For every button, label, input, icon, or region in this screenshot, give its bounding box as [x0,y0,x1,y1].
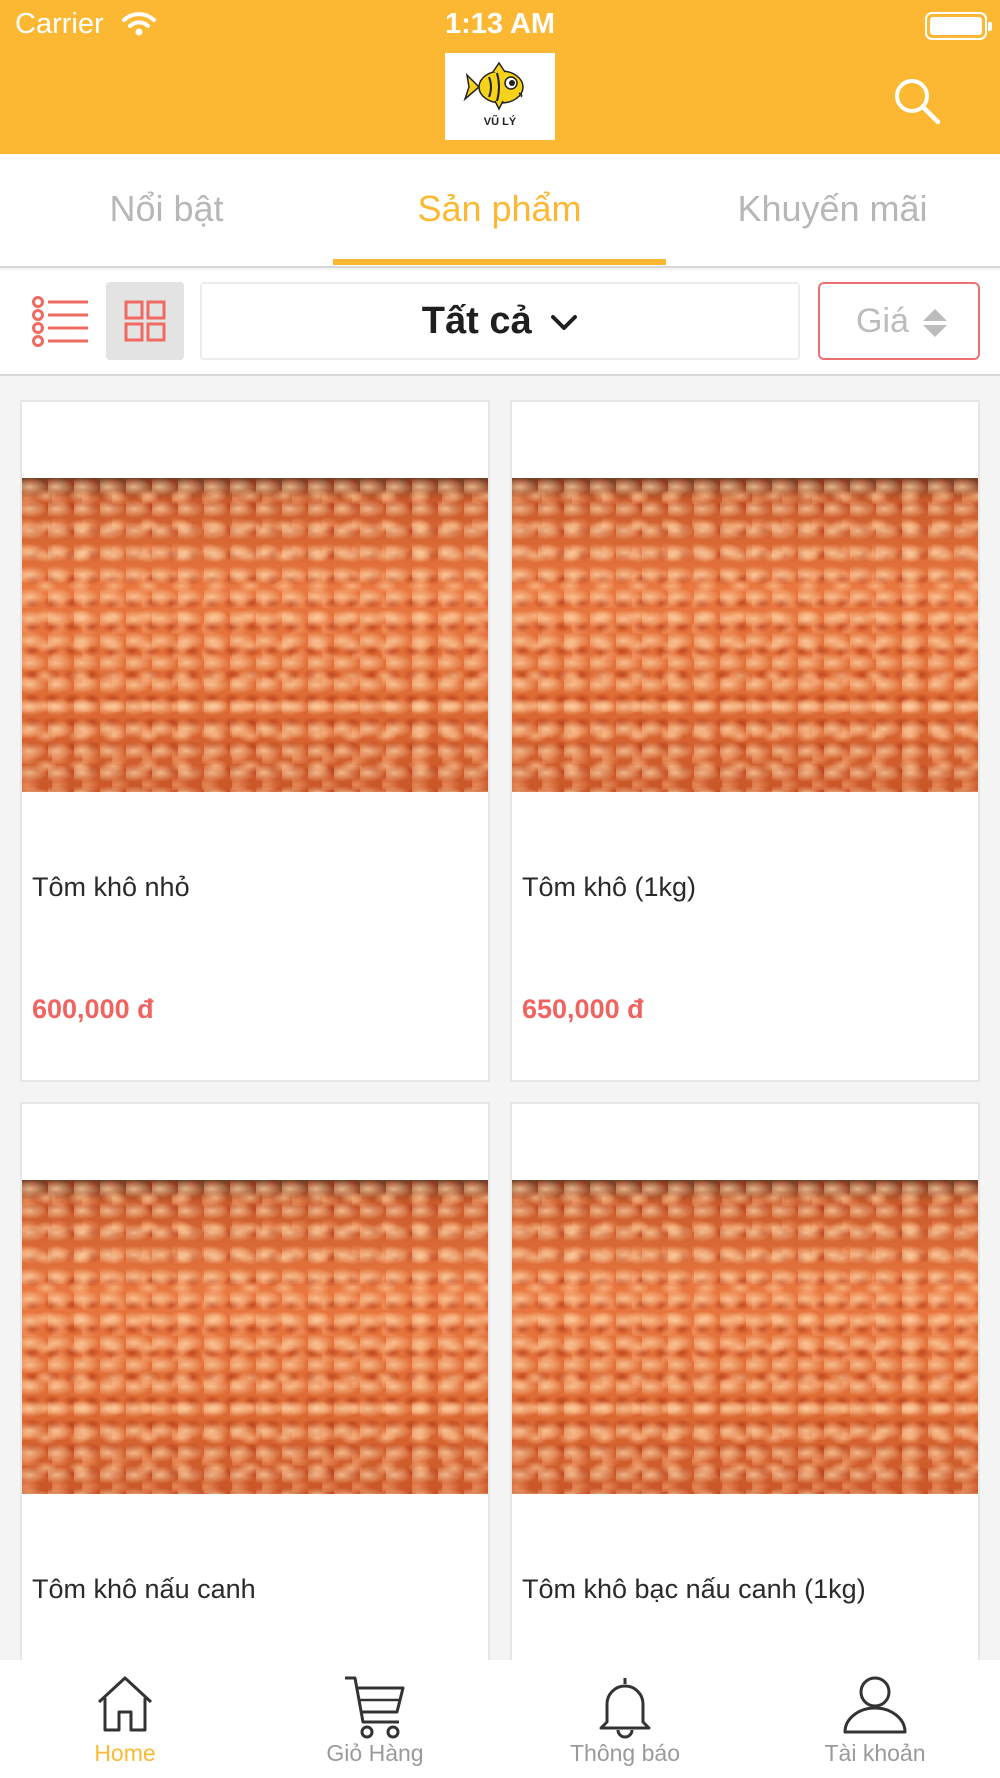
nav-notifications-label: Thông báo [570,1740,680,1766]
bottom-tab-bar: Home Giỏ Hàng Thông báo Tài khoản [0,1660,1000,1778]
search-icon [895,79,941,125]
nav-cart-label: Giỏ Hàng [326,1740,424,1766]
tab-featured[interactable]: Nổi bật [0,154,333,268]
cart-icon [345,1676,405,1739]
category-tabs: Nổi bật Sản phẩm Khuyến mãi [0,154,1000,268]
nav-account[interactable]: Tài khoản [750,1660,1000,1778]
product-name: Tôm khô bạc nấu canh (1kg) [522,1574,866,1604]
product-name: Tôm khô nấu canh [32,1574,256,1604]
nav-home-label: Home [94,1740,156,1766]
active-tab-indicator [333,259,666,265]
logo-text: VŨ LÝ [483,116,517,128]
product-name: Tôm khô (1kg) [522,872,697,902]
grid-view-button[interactable] [106,282,184,360]
nav-notifications[interactable]: Thông báo [500,1660,750,1778]
product-image [512,1180,978,1494]
bell-icon [599,1678,651,1739]
search-button[interactable] [890,74,946,130]
brand-logo[interactable]: VŨ LÝ [445,53,555,140]
price-sort-button[interactable]: Giá [818,282,980,360]
list-view-button[interactable] [28,282,98,358]
battery-icon [925,12,992,40]
status-time: 1:13 AM [444,8,556,40]
app-header: Carrier 1:13 AM VŨ LÝ [0,0,1000,154]
sort-icon [923,309,947,337]
nav-account-label: Tài khoản [824,1740,926,1766]
user-icon [843,1676,907,1734]
nav-home[interactable]: Home [0,1660,250,1778]
home-icon [97,1676,153,1732]
sort-label: Giá [856,302,909,340]
grid-view-icon [124,300,166,342]
tab-promotions[interactable]: Khuyến mãi [666,154,999,268]
category-dropdown-label: Tất cả [421,300,532,342]
tab-products[interactable]: Sản phẩm [333,154,666,268]
list-view-icon [32,296,88,347]
product-price: 600,000 đ [32,994,154,1024]
category-dropdown[interactable]: Tất cả [200,282,800,360]
product-image [22,1180,488,1494]
product-image [512,478,978,792]
status-bar: Carrier 1:13 AM [0,0,1000,50]
chevron-down-icon [551,314,578,330]
product-name: Tôm khô nhỏ [32,872,190,902]
product-price: 650,000 đ [522,994,644,1024]
product-image [22,478,488,792]
product-card[interactable]: Tôm khô (1kg) 650,000 đ [510,400,980,1082]
nav-cart[interactable]: Giỏ Hàng [250,1660,500,1778]
product-card[interactable]: Tôm khô nhỏ 600,000 đ [20,400,490,1082]
filter-toolbar: Tất cả Giá [0,270,1000,376]
fish-logo-icon [463,61,524,111]
